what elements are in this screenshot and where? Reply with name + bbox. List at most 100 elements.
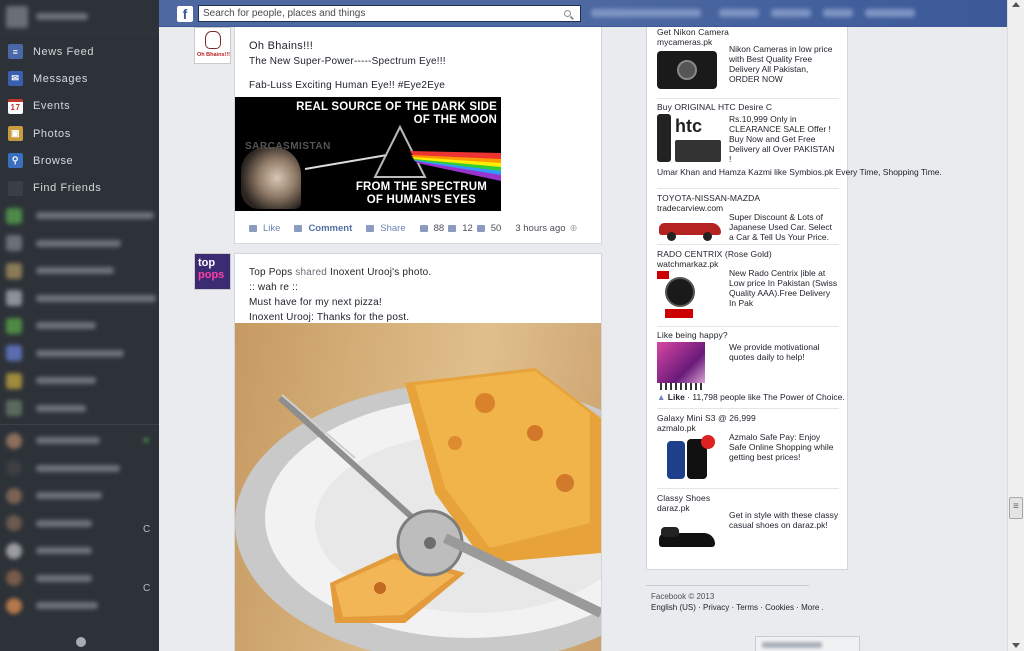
ad-title[interactable]: TOYOTA-NISSAN-MAZDA — [657, 193, 839, 203]
phone-image[interactable]: htc — [657, 114, 723, 164]
messages-icon: ✉ — [8, 71, 23, 87]
phone-image[interactable] — [657, 435, 717, 481]
topbar-blurred-nav[interactable] — [591, 9, 701, 17]
divider — [657, 244, 839, 245]
share-button[interactable]: Share — [380, 223, 405, 234]
sponsored-ad[interactable]: Galaxy Mini S3 @ 26,999 azmalo.pk Azmalo… — [657, 413, 839, 479]
feed-story: Top Pops shared Inoxent Urooj's photo. :… — [234, 253, 602, 651]
sponsored-ad[interactable]: Get Nikon Camera mycameras.pk Nikon Came… — [657, 27, 839, 89]
sponsored-ad[interactable]: Like being happy? We provide motivationa… — [657, 330, 845, 402]
comment-icon — [294, 225, 303, 232]
like-icon — [249, 225, 257, 232]
search-input[interactable] — [199, 8, 559, 19]
pizza-photo — [235, 368, 601, 651]
chat-contact[interactable] — [0, 482, 159, 510]
sidebar-item-messages[interactable]: ✉ Messages — [0, 65, 159, 92]
story-text: :: wah re :: — [249, 282, 299, 293]
ad-title[interactable]: Classy Shoes — [657, 493, 839, 503]
car-image[interactable] — [657, 219, 723, 241]
avatar-text: top — [198, 257, 216, 269]
story-photo[interactable]: SARCASMISTAN REAL SOURCE OF THE DARK SID… — [235, 97, 501, 211]
calendar-icon: 17 — [8, 98, 23, 114]
sidebar-item[interactable] — [0, 367, 159, 395]
timestamp[interactable]: 3 hours ago — [515, 223, 565, 234]
story-photo[interactable] — [235, 323, 601, 651]
topbar-blurred-nav[interactable] — [865, 9, 915, 17]
page-scrollbar[interactable] — [1007, 0, 1024, 651]
shares-count[interactable]: 50 — [491, 223, 502, 234]
scroll-down-arrow-icon[interactable] — [1012, 643, 1020, 648]
chat-tab[interactable] — [755, 636, 860, 651]
scroll-up-arrow-icon[interactable] — [1012, 2, 1020, 7]
topbar-blurred-nav[interactable] — [719, 9, 759, 17]
scrollbar-thumb[interactable] — [1009, 497, 1023, 519]
sponsored-ad[interactable]: Classy Shoes daraz.pk Get in style with … — [657, 493, 839, 547]
search-icon[interactable] — [559, 6, 575, 21]
chat-count: C — [143, 524, 151, 535]
sidebar-item-browse[interactable]: ⚲ Browse — [0, 147, 159, 174]
topbar-blurred-nav[interactable] — [771, 9, 811, 17]
page-avatar[interactable]: top pops — [194, 253, 231, 290]
sidebar-item[interactable] — [0, 339, 159, 367]
story-suffix[interactable]: 's photo. — [392, 267, 431, 278]
comments-count[interactable]: 12 — [462, 223, 473, 234]
sponsored-ad[interactable]: Buy ORIGINAL HTC Desire C htc Rs.10,999 … — [657, 102, 942, 177]
ad-like-count: · 11,798 people like The Power of Choice… — [684, 392, 845, 402]
sponsored-ad[interactable]: TOYOTA-NISSAN-MAZDA tradecarview.com Sup… — [657, 193, 839, 242]
footer-links[interactable]: English (US) · Privacy · Terms · Cookies… — [651, 603, 824, 612]
ad-title[interactable]: Galaxy Mini S3 @ 26,999 — [657, 413, 839, 423]
chat-contact[interactable] — [0, 454, 159, 482]
ad-text: Azmalo Safe Pay: Enjoy Safe Online Shopp… — [729, 432, 834, 462]
watch-image[interactable] — [657, 271, 697, 319]
ad-like-button[interactable]: Like — [668, 392, 685, 402]
image-caption-top: REAL SOURCE OF THE DARK SIDE OF THE MOON — [296, 101, 497, 126]
share-icon — [366, 225, 375, 232]
sidebar-item[interactable] — [0, 257, 159, 285]
chat-contact[interactable] — [0, 537, 159, 565]
likes-count[interactable]: 88 — [434, 223, 445, 234]
sidebar-item[interactable] — [0, 312, 159, 340]
sidebar-item-find-friends[interactable]: Find Friends — [0, 174, 159, 201]
buffalo-icon — [205, 31, 221, 49]
divider — [657, 98, 839, 99]
ad-text: Nikon Cameras in low price with Best Qua… — [729, 44, 833, 84]
story-actions: Like Comment Share 88 12 50 3 hours ago … — [249, 223, 578, 234]
happy-ad-image[interactable] — [657, 342, 705, 390]
story-author[interactable]: Oh Bhains!!! — [249, 40, 313, 52]
sidebar-scroll-indicator[interactable] — [76, 637, 86, 647]
ad-title[interactable]: RADO CENTRIX (Rose Gold) — [657, 249, 839, 259]
search-bar[interactable] — [198, 5, 581, 22]
divider — [657, 188, 839, 189]
chat-contact[interactable]: ● — [0, 427, 159, 455]
sidebar-item-news-feed[interactable]: ≡ News Feed — [0, 38, 159, 65]
camera-image[interactable] — [657, 51, 717, 89]
sidebar-item-events[interactable]: 17 Events — [0, 93, 159, 120]
story-author[interactable]: Top Pops — [249, 267, 292, 278]
story-owner[interactable]: Inoxent Urooj — [330, 267, 392, 278]
sidebar-item[interactable] — [0, 394, 159, 422]
sidebar-item-photos[interactable]: ▣ Photos — [0, 120, 159, 147]
ad-title[interactable]: Get Nikon Camera — [657, 27, 839, 37]
story-verb: shared — [295, 267, 328, 278]
divider — [657, 326, 839, 327]
face-image — [241, 147, 301, 209]
chat-contact[interactable] — [0, 592, 159, 620]
ad-title[interactable]: Buy ORIGINAL HTC Desire C — [657, 102, 839, 112]
shoe-image[interactable] — [657, 515, 717, 555]
search-icon: ⚲ — [8, 153, 23, 169]
topbar-blurred-nav[interactable] — [823, 9, 853, 17]
sidebar-item[interactable] — [0, 229, 159, 257]
profile-link[interactable] — [0, 0, 159, 34]
chat-contact[interactable] — [0, 564, 159, 592]
like-button[interactable]: Like — [263, 223, 280, 234]
ad-title[interactable]: Like being happy? — [657, 330, 839, 340]
page-avatar[interactable]: Oh Bhains!!! — [194, 27, 231, 64]
facebook-logo-icon[interactable]: f — [177, 6, 193, 22]
comment-button[interactable]: Comment — [308, 223, 352, 234]
sidebar-item[interactable] — [0, 202, 159, 230]
story-text: The New Super-Power-----Spectrum Eye!!! — [249, 56, 446, 67]
sponsored-ad[interactable]: RADO CENTRIX (Rose Gold) watchmarkaz.pk … — [657, 249, 839, 318]
chat-contact[interactable] — [0, 509, 159, 537]
sidebar-item[interactable] — [0, 284, 159, 312]
shares-count-icon — [476, 225, 485, 232]
